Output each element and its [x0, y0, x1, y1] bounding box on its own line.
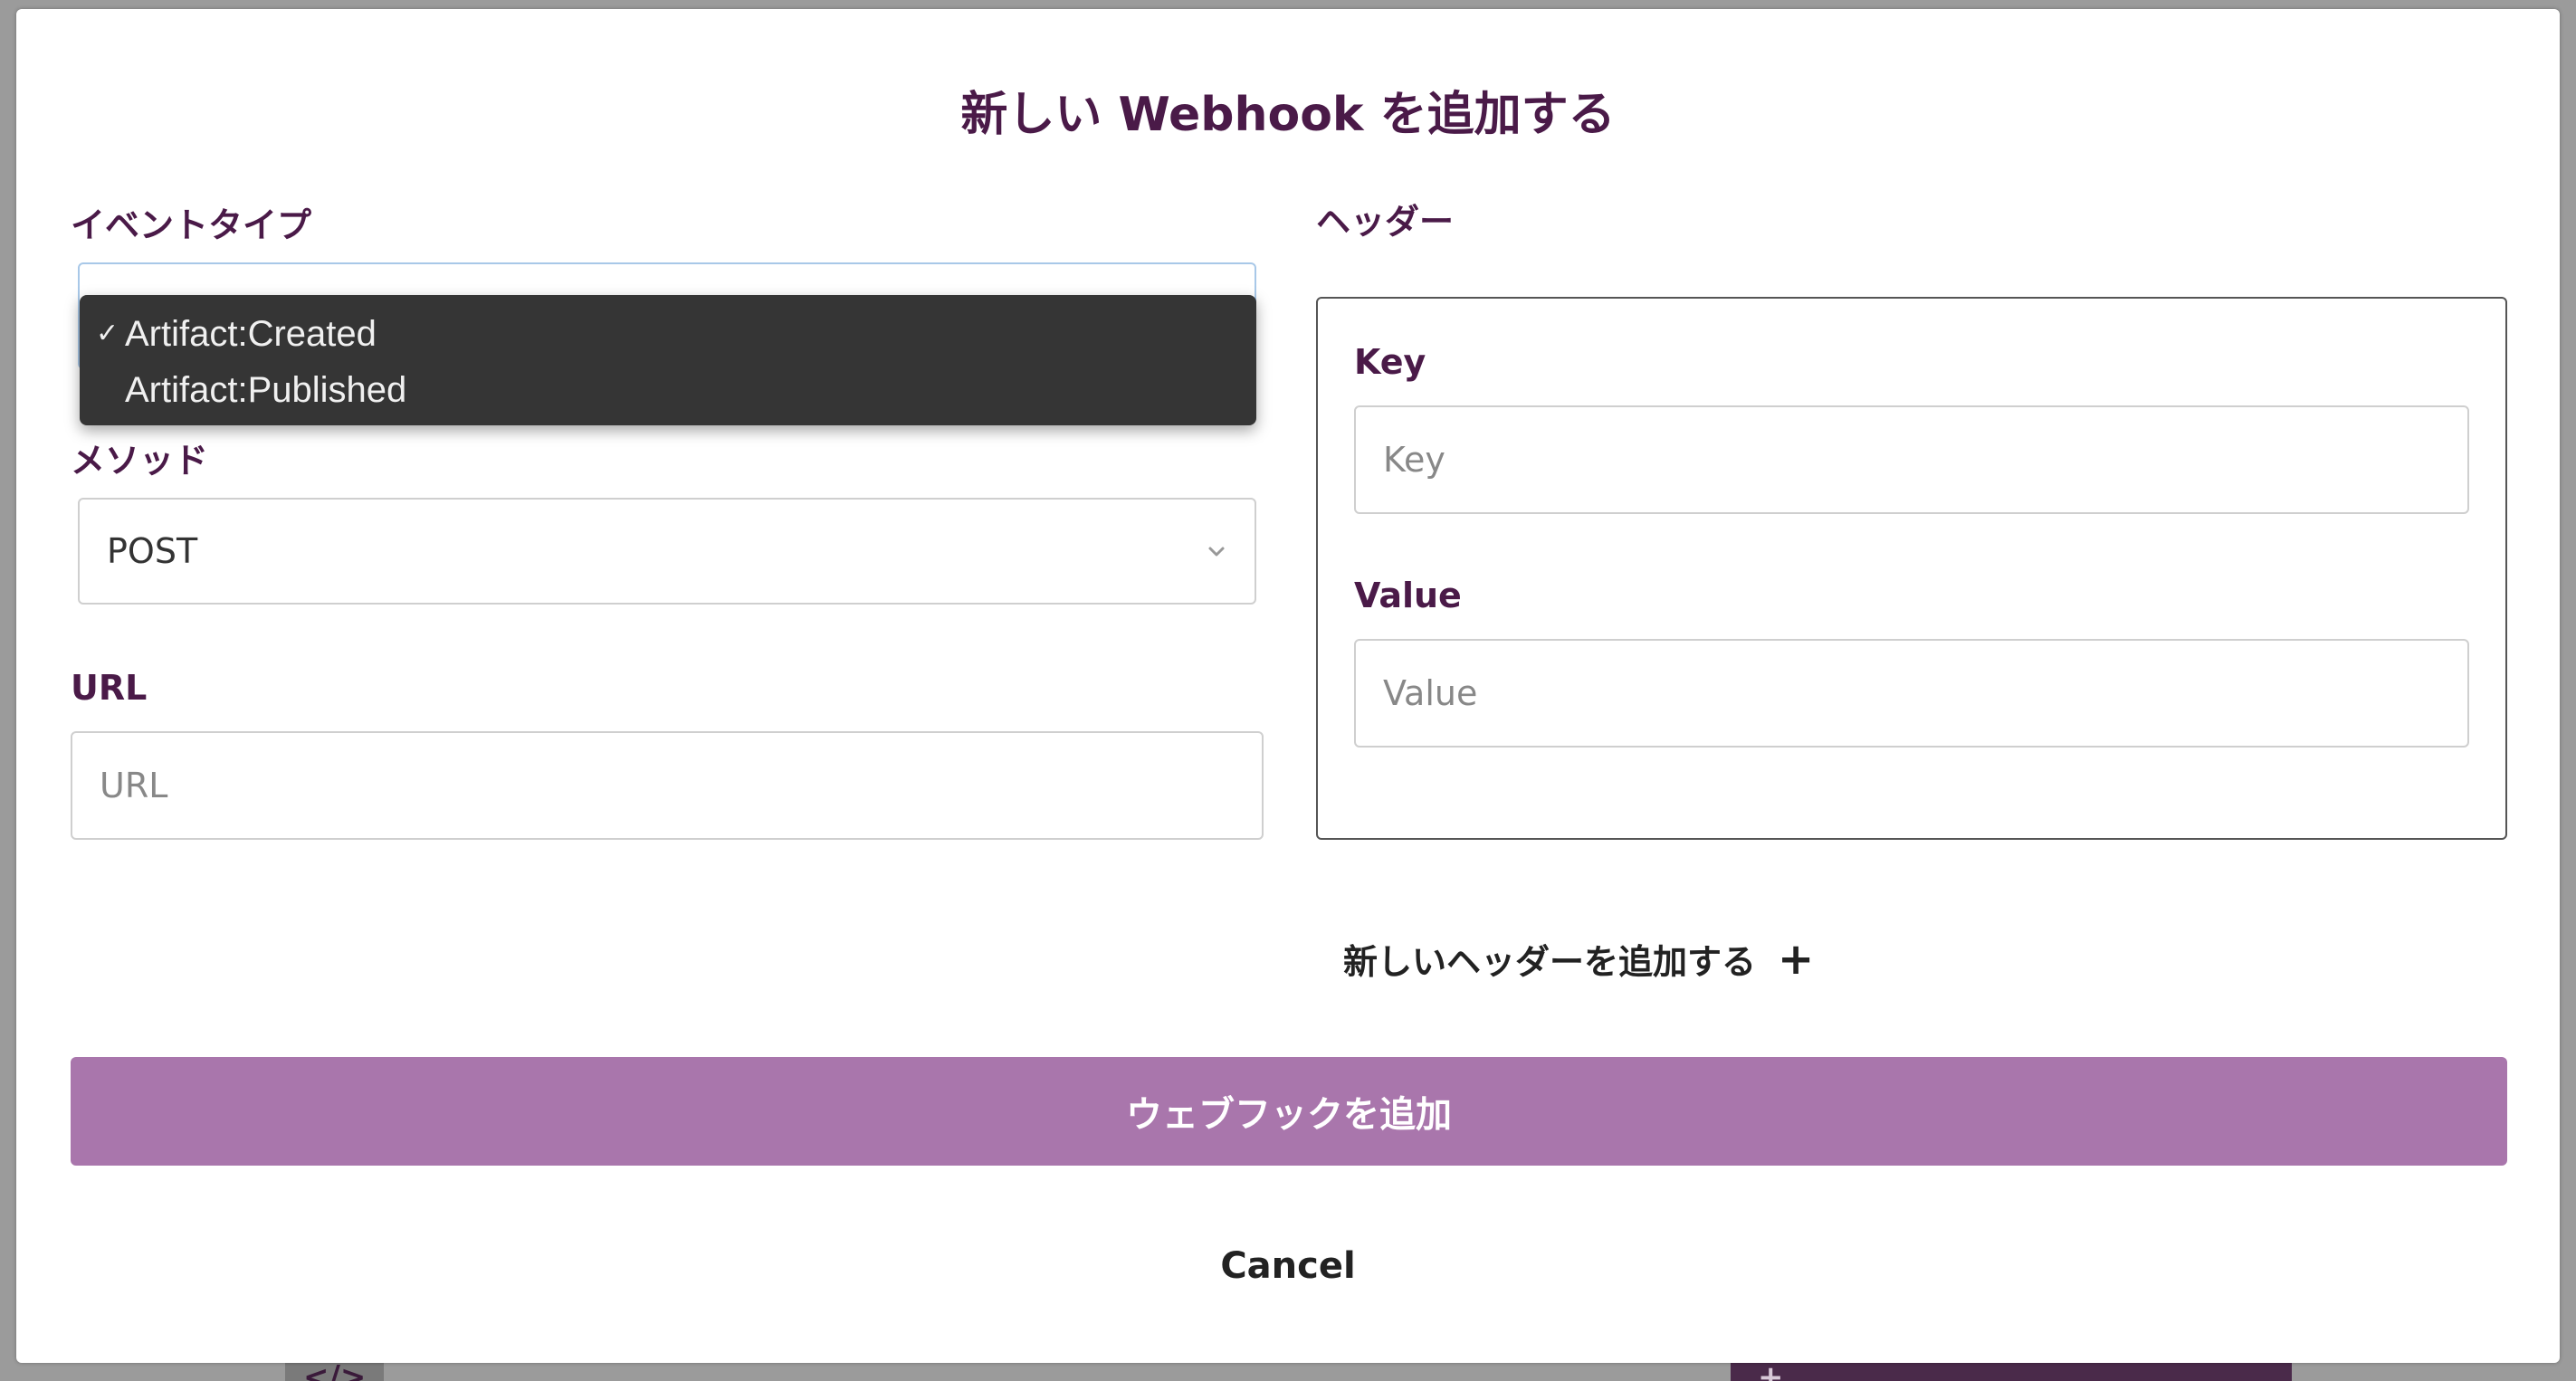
- plus-icon: +: [1778, 933, 1815, 985]
- add-header-button[interactable]: 新しいヘッダーを追加する +: [1343, 934, 1814, 984]
- add-webhook-modal: 新しい Webhook を追加する イベントタイプ メソッド POST URL …: [16, 9, 2560, 1363]
- header-key-label: Key: [1354, 342, 1426, 382]
- dropdown-option-artifact-created[interactable]: ✓ Artifact:Created: [80, 306, 1256, 362]
- header-value-input[interactable]: [1354, 639, 2469, 748]
- url-input[interactable]: [71, 731, 1264, 840]
- add-header-label: 新しいヘッダーを追加する: [1343, 942, 1757, 982]
- modal-title: 新しい Webhook を追加する: [960, 88, 1616, 142]
- dropdown-option-label: Artifact:Published: [125, 370, 407, 410]
- check-icon: ✓: [96, 319, 119, 348]
- cancel-button[interactable]: Cancel: [16, 1245, 2560, 1287]
- event-type-label: イベントタイプ: [71, 205, 312, 245]
- url-label: URL: [71, 668, 148, 708]
- method-label: メソッド: [71, 441, 209, 481]
- method-select[interactable]: POST: [78, 498, 1256, 605]
- header-panel: Key Value: [1316, 297, 2507, 840]
- event-type-dropdown-menu: ✓ Artifact:Created Artifact:Published: [80, 295, 1256, 425]
- chevron-down-icon: [1208, 547, 1225, 557]
- method-selected-value: POST: [107, 531, 198, 571]
- headers-label: ヘッダー: [1316, 202, 1455, 242]
- dropdown-option-artifact-published[interactable]: Artifact:Published: [80, 362, 1256, 418]
- header-key-input[interactable]: [1354, 405, 2469, 514]
- header-value-label: Value: [1354, 576, 1462, 615]
- add-webhook-button[interactable]: ウェブフックを追加: [71, 1057, 2507, 1166]
- dropdown-option-label: Artifact:Created: [125, 314, 377, 354]
